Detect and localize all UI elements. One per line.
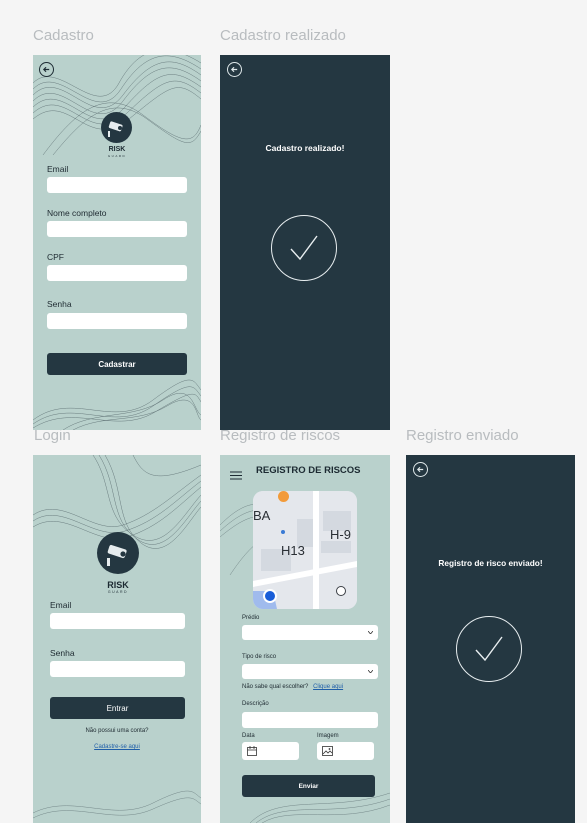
back-arrow-icon[interactable] bbox=[413, 462, 428, 477]
login-button[interactable]: Entrar bbox=[50, 697, 185, 719]
risk-success-message: Registro de risco enviado! bbox=[438, 558, 543, 568]
no-account-text: Não possui uma conta? bbox=[85, 728, 149, 734]
email-label: Email bbox=[47, 164, 69, 174]
back-arrow-icon[interactable] bbox=[39, 62, 54, 77]
calendar-icon bbox=[247, 746, 257, 756]
map-label-b: H-9 bbox=[330, 527, 351, 542]
date-label: Data bbox=[242, 733, 255, 739]
help-text: Não sabe qual escolher? Clique aqui bbox=[242, 684, 343, 690]
submit-button[interactable]: Enviar bbox=[242, 775, 375, 797]
location-dot bbox=[281, 530, 285, 534]
risk-success-screen: Registro de risco enviado! bbox=[406, 455, 575, 823]
password-field[interactable] bbox=[47, 313, 187, 329]
brand-name: RISK bbox=[107, 580, 129, 590]
brand-subtitle: GUARD bbox=[107, 590, 129, 594]
brand-name: RISK bbox=[108, 146, 126, 153]
cpf-field[interactable] bbox=[47, 265, 187, 281]
building-label: Prédio bbox=[242, 615, 260, 621]
building-select[interactable] bbox=[242, 625, 378, 640]
signup-button[interactable]: Cadastrar bbox=[47, 353, 187, 375]
help-link[interactable]: Clique aqui bbox=[313, 684, 343, 690]
checkmark-icon bbox=[271, 215, 337, 281]
back-arrow-icon[interactable] bbox=[227, 62, 242, 77]
signup-screen: RISK GUARD Email Nome completo CPF Senha… bbox=[33, 55, 201, 430]
risk-form-screen: REGISTRO DE RISCOS BA H-9 H13 Prédio Tip… bbox=[220, 455, 390, 823]
help-question: Não sabe qual escolher? bbox=[242, 684, 309, 690]
description-field[interactable] bbox=[242, 712, 378, 728]
chevron-down-icon bbox=[368, 631, 373, 634]
security-camera-icon bbox=[101, 112, 132, 143]
decorative-waves-bottom bbox=[33, 379, 201, 430]
checkmark-icon bbox=[456, 616, 522, 682]
full-name-label: Nome completo bbox=[47, 208, 107, 218]
map-poi-icon[interactable] bbox=[336, 586, 346, 596]
risk-type-select[interactable] bbox=[242, 664, 378, 679]
food-pin-icon[interactable] bbox=[278, 491, 289, 502]
location-pin-icon[interactable] bbox=[263, 589, 277, 603]
password-label: Senha bbox=[47, 299, 72, 309]
frame-title-cadastro: Cadastro bbox=[33, 27, 94, 44]
description-label: Descrição bbox=[242, 701, 269, 707]
full-name-field[interactable] bbox=[47, 221, 187, 237]
chevron-down-icon bbox=[368, 670, 373, 673]
map-view[interactable]: BA H-9 H13 bbox=[253, 491, 357, 609]
image-field[interactable] bbox=[317, 742, 374, 760]
brand-subtitle: GUARD bbox=[107, 154, 127, 158]
cpf-label: CPF bbox=[47, 252, 64, 262]
login-screen: RISK GUARD Email Senha Entrar Não possui… bbox=[33, 455, 201, 823]
image-icon bbox=[322, 746, 333, 756]
risk-type-label: Tipo de risco bbox=[242, 654, 277, 660]
email-field[interactable] bbox=[50, 613, 185, 629]
signup-success-screen: Cadastro realizado! bbox=[220, 55, 390, 430]
password-field[interactable] bbox=[50, 661, 185, 677]
email-field[interactable] bbox=[47, 177, 187, 193]
menu-icon[interactable] bbox=[230, 467, 242, 480]
security-camera-icon bbox=[97, 532, 139, 574]
password-label: Senha bbox=[50, 648, 75, 658]
frame-title-registro-enviado: Registro enviado bbox=[406, 427, 519, 444]
map-label-c: H13 bbox=[281, 543, 305, 558]
page-title: REGISTRO DE RISCOS bbox=[256, 465, 361, 476]
email-label: Email bbox=[50, 600, 72, 610]
frame-title-cadastro-realizado: Cadastro realizado bbox=[220, 27, 346, 44]
date-field[interactable] bbox=[242, 742, 299, 760]
register-link[interactable]: Cadastre-se aqui bbox=[33, 744, 201, 750]
signup-success-message: Cadastro realizado! bbox=[265, 143, 345, 153]
map-label-a: BA bbox=[253, 508, 271, 523]
decorative-waves-bottom bbox=[33, 790, 201, 819]
image-label: Imagem bbox=[317, 733, 339, 739]
